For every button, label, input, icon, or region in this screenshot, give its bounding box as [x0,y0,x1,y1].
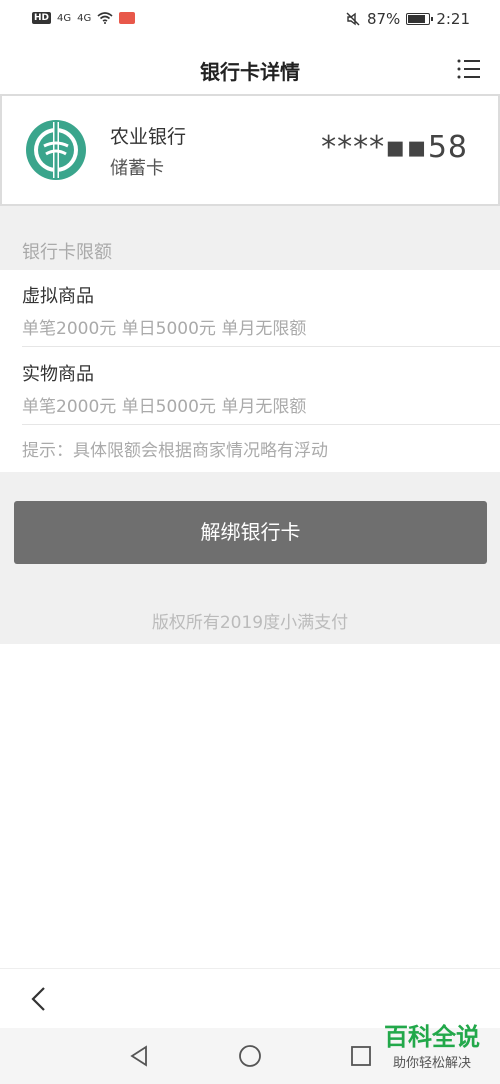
limit-item-virtual: 虚拟商品 单笔2000元 单日5000元 单月无限额 [22,282,500,339]
bank-card: 农业银行 储蓄卡 ****▪▪58 [0,94,500,206]
signal-icon: 4G [57,12,72,24]
card-type: 储蓄卡 [110,158,164,179]
watermark-subtitle: 助你轻松解决 [392,1056,471,1071]
signal-icon: 4G [77,12,92,24]
copyright: 版权所有2019度小满支付 [151,613,349,633]
divider [22,346,500,347]
status-bar: HD 4G 4G 87% 2:21 [0,0,500,44]
browser-bottom-bar [0,968,500,1028]
bank-name: 农业银行 [110,126,187,148]
notification-icon [119,12,136,24]
limit-desc: 单笔2000元 单日5000元 单月无限额 [22,397,307,417]
status-left: HD 4G 4G [32,12,136,24]
system-home-icon[interactable] [238,1044,262,1068]
system-back-icon[interactable] [128,1044,150,1068]
system-recent-icon[interactable] [350,1045,372,1067]
abc-bank-logo-icon [26,120,86,180]
wifi-icon [97,12,113,24]
watermark: 百科全说 助你轻松解决 [372,1022,492,1071]
limit-name: 虚拟商品 [22,286,94,307]
nav-bar: 银行卡详情 [0,44,500,94]
limit-hint: 提示：具体限额会根据商家情况略有浮动 [22,441,328,461]
divider [22,424,500,425]
back-arrow-icon[interactable] [28,985,50,1013]
limit-name: 实物商品 [22,364,94,385]
watermark-title: 百科全说 [384,1023,480,1051]
battery-icon [406,13,434,25]
status-right: 87% 2:21 [345,10,470,28]
menu-icon[interactable] [456,58,482,80]
unbind-card-button[interactable]: 解绑银行卡 [14,501,487,564]
mute-icon [346,12,360,26]
limits-section-title: 银行卡限额 [22,242,112,263]
limit-item-physical: 实物商品 单笔2000元 单日5000元 单月无限额 [22,360,500,417]
card-number: ****▪▪58 [321,130,468,165]
battery-percent: 87% [366,10,401,28]
page-title: 银行卡详情 [200,60,300,84]
hd-badge: HD [32,12,52,24]
clock: 2:21 [436,10,470,28]
limit-desc: 单笔2000元 单日5000元 单月无限额 [22,319,307,339]
